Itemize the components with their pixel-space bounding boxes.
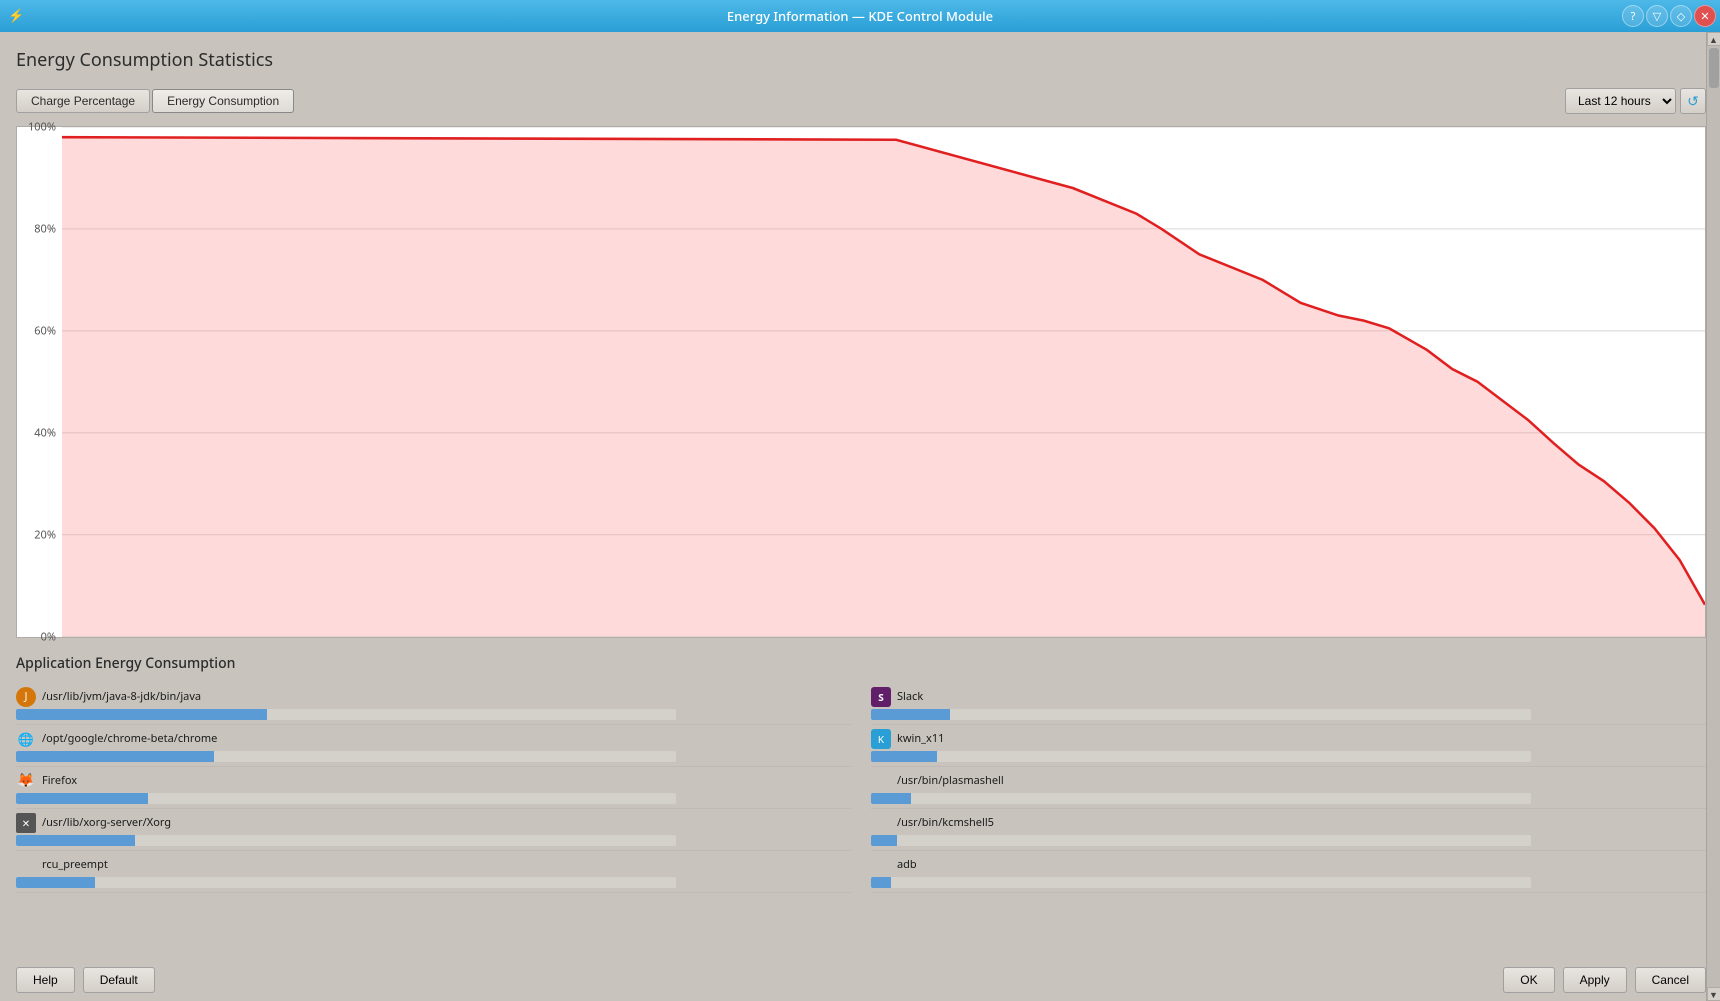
- window-controls: ? ▽ ◇ ✕: [1622, 5, 1716, 27]
- maximize-button[interactable]: ◇: [1670, 5, 1692, 27]
- java-bar-track: [16, 709, 676, 720]
- java-name: /usr/lib/jvm/java-8-jdk/bin/java: [42, 689, 201, 704]
- xorg-name: /usr/lib/xorg-server/Xorg: [42, 815, 171, 830]
- ok-button[interactable]: OK: [1503, 967, 1554, 993]
- rcu-bar-track: [16, 877, 676, 888]
- time-selector: Last 12 hours Last 24 hours Last week ↺: [1565, 88, 1706, 114]
- slack-icon: S: [871, 687, 891, 707]
- y-label-60: 60%: [34, 323, 56, 338]
- xorg-bar-track: [16, 835, 676, 846]
- adb-icon: [871, 855, 891, 875]
- adb-name: adb: [897, 857, 917, 872]
- xorg-icon: ✕: [16, 813, 36, 833]
- slack-name: Slack: [897, 689, 923, 704]
- kwin-icon: K: [871, 729, 891, 749]
- tab-charge-percentage[interactable]: Charge Percentage: [16, 89, 150, 113]
- scroll-up-button[interactable]: ▲: [1707, 32, 1720, 46]
- kwin-name: kwin_x11: [897, 731, 944, 746]
- apply-button[interactable]: Apply: [1563, 967, 1627, 993]
- firefox-bar: [16, 793, 148, 804]
- refresh-button[interactable]: ↺: [1680, 88, 1706, 114]
- app-item-firefox: 🦊 Firefox: [16, 767, 851, 809]
- titlebar: ⚡ Energy Information — KDE Control Modul…: [0, 0, 1720, 32]
- kwin-bar: [871, 751, 937, 762]
- app-item-kcmshell5: /usr/bin/kcmshell5: [871, 809, 1706, 851]
- chrome-name: /opt/google/chrome-beta/chrome: [42, 731, 217, 746]
- app-icon: ⚡: [8, 6, 28, 26]
- slack-bar-track: [871, 709, 1531, 720]
- kcm-bar-track: [871, 835, 1531, 846]
- bottom-left-buttons: Help Default: [16, 967, 155, 993]
- y-label-0: 0%: [41, 629, 56, 644]
- minimize-button[interactable]: ▽: [1646, 5, 1668, 27]
- window-title: Energy Information — KDE Control Module: [727, 7, 993, 25]
- app-item-adb: adb: [871, 851, 1706, 893]
- app-item-chrome: 🌐 /opt/google/chrome-beta/chrome: [16, 725, 851, 767]
- time-range-select[interactable]: Last 12 hours Last 24 hours Last week: [1565, 88, 1676, 114]
- xorg-bar: [16, 835, 135, 846]
- chart-fill-area: [62, 137, 1705, 636]
- chart-svg: [62, 127, 1705, 637]
- bottom-right-buttons: OK Apply Cancel: [1503, 967, 1706, 993]
- right-scrollbar: ▲ ▼: [1706, 32, 1720, 1001]
- tab-bar: Charge Percentage Energy Consumption Las…: [16, 88, 1706, 114]
- y-label-80: 80%: [34, 221, 56, 236]
- plasma-icon: [871, 771, 891, 791]
- y-axis: 100% 80% 60% 40% 20% 0%: [17, 127, 62, 637]
- tab-buttons: Charge Percentage Energy Consumption: [16, 89, 294, 113]
- java-icon: J: [16, 687, 36, 707]
- firefox-bar-track: [16, 793, 676, 804]
- page-title: Energy Consumption Statistics: [16, 48, 1706, 72]
- rcu-bar: [16, 877, 95, 888]
- bottom-bar: Help Default OK Apply Cancel: [16, 959, 1706, 993]
- scroll-thumb[interactable]: [1709, 48, 1719, 88]
- y-label-20: 20%: [34, 527, 56, 542]
- plasma-bar: [871, 793, 911, 804]
- y-label-40: 40%: [34, 425, 56, 440]
- chart-area: [62, 127, 1705, 637]
- kcm-bar: [871, 835, 897, 846]
- chrome-bar: [16, 751, 214, 762]
- y-label-100: 100%: [28, 120, 56, 135]
- scroll-track: [1707, 46, 1720, 987]
- app-section-title: Application Energy Consumption: [16, 654, 1706, 673]
- plasma-name: /usr/bin/plasmashell: [897, 773, 1004, 788]
- app-item-java: J /usr/lib/jvm/java-8-jdk/bin/java: [16, 683, 851, 725]
- slack-bar: [871, 709, 950, 720]
- kcm-name: /usr/bin/kcmshell5: [897, 815, 994, 830]
- scroll-down-button[interactable]: ▼: [1707, 987, 1720, 1001]
- rcu-name: rcu_preempt: [42, 857, 108, 872]
- close-button[interactable]: ✕: [1694, 5, 1716, 27]
- app-item-slack: S Slack: [871, 683, 1706, 725]
- firefox-name: Firefox: [42, 773, 77, 788]
- firefox-icon: 🦊: [16, 771, 36, 791]
- chrome-icon: 🌐: [16, 729, 36, 749]
- app-item-plasmashell: /usr/bin/plasmashell: [871, 767, 1706, 809]
- adb-bar-track: [871, 877, 1531, 888]
- tab-energy-consumption[interactable]: Energy Consumption: [152, 89, 294, 113]
- app-list: J /usr/lib/jvm/java-8-jdk/bin/java S Sla…: [16, 683, 1706, 893]
- kcm-icon: [871, 813, 891, 833]
- adb-bar: [871, 877, 891, 888]
- app-item-xorg: ✕ /usr/lib/xorg-server/Xorg: [16, 809, 851, 851]
- kwin-bar-track: [871, 751, 1531, 762]
- default-button[interactable]: Default: [83, 967, 155, 993]
- help-button[interactable]: ?: [1622, 5, 1644, 27]
- rcu-icon: [16, 855, 36, 875]
- cancel-button[interactable]: Cancel: [1635, 967, 1706, 993]
- app-item-kwin: K kwin_x11: [871, 725, 1706, 767]
- plasma-bar-track: [871, 793, 1531, 804]
- chrome-bar-track: [16, 751, 676, 762]
- charge-chart: 100% 80% 60% 40% 20% 0%: [16, 126, 1706, 638]
- app-item-rcu: rcu_preempt: [16, 851, 851, 893]
- help-bottom-button[interactable]: Help: [16, 967, 75, 993]
- java-bar: [16, 709, 267, 720]
